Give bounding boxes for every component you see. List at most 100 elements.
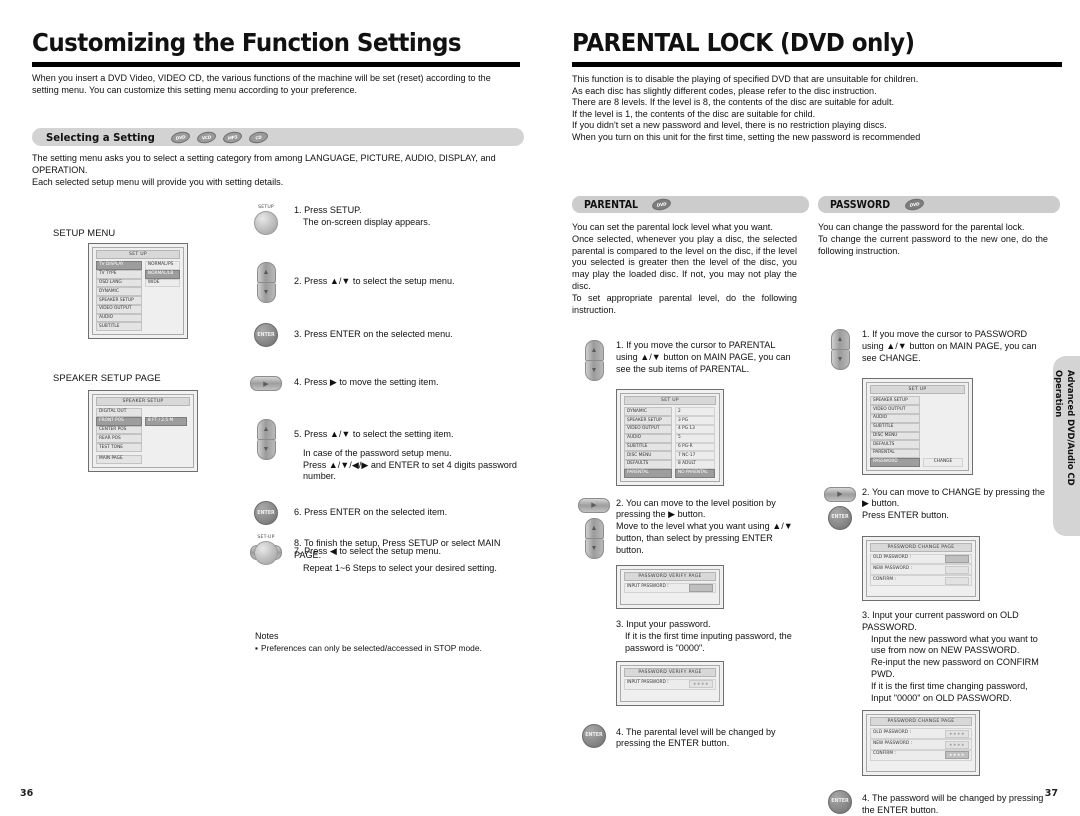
menu-item[interactable]: DIGITAL OUT <box>96 408 142 417</box>
verify-field-row[interactable]: INPUT PASSWORD : ∗∗∗∗ <box>624 678 716 690</box>
menu-item[interactable]: AUDIO <box>96 313 142 323</box>
right-button[interactable]: ▶ <box>824 486 856 502</box>
menu-item[interactable]: TV TYPE <box>96 269 142 279</box>
menu-item[interactable]: FRONT POS <box>96 416 142 426</box>
menu-item[interactable]: SUBTITLE <box>624 442 672 452</box>
verify-field-row[interactable]: INPUT PASSWORD : <box>624 582 716 594</box>
setup-menu-screen: SET UP TV DISPLAY TV TYPE OSD LANG DYNAM… <box>88 243 188 340</box>
right-page-header: PARENTAL LOCK (DVD only) <box>572 28 1062 67</box>
setup-menu-caption: SETUP MENU <box>53 227 116 238</box>
menu-item[interactable]: VIDEO OUTPUT <box>624 424 672 434</box>
menu-item[interactable]: OSD LANG <box>96 278 142 288</box>
menu-item[interactable]: SPEAKER SETUP <box>870 396 920 406</box>
arrow-down-icon[interactable]: ▼ <box>830 350 850 371</box>
menu-item[interactable]: CENTER POS <box>96 425 142 435</box>
menu-item[interactable]: DYNAMIC <box>624 407 672 417</box>
menu-item[interactable]: SUBTITLE <box>870 422 920 432</box>
menu-value[interactable]: 7 NC-17 <box>675 451 715 461</box>
menu-value[interactable]: 5 <box>675 433 715 443</box>
change-field-row[interactable]: OLD PASSWORD : ∗∗∗∗ <box>870 728 972 740</box>
body-line: You can change the password for the pare… <box>818 222 1025 232</box>
menu-item[interactable]: DEFAULTS <box>624 460 672 469</box>
change-field-value[interactable] <box>945 555 969 564</box>
menu-item[interactable]: VIDEO OUTPUT <box>96 304 142 314</box>
menu-value[interactable]: 4 PG 13 <box>675 424 715 434</box>
menu-item[interactable]: DEFAULTS <box>870 440 920 450</box>
menu-item[interactable]: PASSWORD <box>870 457 920 467</box>
arrow-up-icon[interactable]: ▲ <box>256 419 276 440</box>
menu-value-change[interactable]: CHANGE <box>923 457 963 467</box>
verify-field-value[interactable]: ∗∗∗∗ <box>689 680 713 689</box>
menu-value[interactable]: 2 <box>675 407 715 417</box>
enter-button[interactable]: ENTER <box>818 789 862 814</box>
menu-value[interactable]: NORMAL/PS <box>144 261 180 270</box>
menu-item[interactable]: AUDIO <box>870 413 920 423</box>
menu-item[interactable]: PARENTAL <box>624 468 672 478</box>
up-down-button[interactable]: ▲ ▼ <box>572 340 616 382</box>
menu-value[interactable]: 8 ADULT <box>675 460 715 469</box>
up-down-button[interactable]: ▲ ▼ <box>818 329 862 371</box>
menu-item[interactable]: SPEAKER SETUP <box>624 416 672 425</box>
menu-item[interactable]: TV DISPLAY <box>96 261 142 270</box>
menu-value[interactable]: 8 FT / 2.5 M <box>145 416 187 426</box>
change-field-row[interactable]: CONFIRM : <box>870 575 972 586</box>
menu-item[interactable]: TEST TONE <box>96 443 142 452</box>
up-down-button[interactable]: ▲ ▼ <box>238 262 294 303</box>
menu-value[interactable]: 6 PG-R <box>675 442 715 452</box>
menu-item[interactable]: AUDIO <box>624 433 672 443</box>
menu-item[interactable]: VIDEO OUTPUT <box>870 405 920 414</box>
enter-button[interactable]: ENTER <box>238 323 294 347</box>
change-field-value[interactable] <box>945 576 969 585</box>
menu-item[interactable]: REAR POS <box>96 434 142 444</box>
arrow-up-icon[interactable]: ▲ <box>584 517 604 539</box>
menu-item[interactable]: PARENTAL <box>870 449 920 458</box>
enter-button[interactable]: ENTER <box>572 723 616 748</box>
arrow-down-icon[interactable]: ▼ <box>584 361 604 382</box>
arrow-up-icon[interactable]: ▲ <box>584 340 604 362</box>
setup-button[interactable]: SETUP <box>238 205 294 235</box>
enter-button[interactable]: ENTER <box>238 501 294 526</box>
change-field-value[interactable]: ∗∗∗∗ <box>945 740 969 749</box>
setup-button-label: SET-UP <box>257 535 275 540</box>
arrow-down-icon[interactable]: ▼ <box>256 283 276 303</box>
change-field-row[interactable]: NEW PASSWORD : <box>870 564 972 576</box>
arrow-down-icon[interactable]: ▼ <box>256 440 276 460</box>
step-line: Input the new password what you want to … <box>871 633 1038 656</box>
up-down-button[interactable]: ▲ ▼ <box>584 517 604 559</box>
note-text: Preferences can only be selected/accesse… <box>260 643 482 653</box>
change-field-row[interactable]: NEW PASSWORD : ∗∗∗∗ <box>870 739 972 750</box>
menu-item[interactable]: SPEAKER SETUP <box>96 296 142 305</box>
up-down-button[interactable]: ▲ ▼ <box>238 419 294 460</box>
arrow-down-icon[interactable]: ▼ <box>584 538 604 559</box>
setup-button[interactable]: SET-UP <box>238 535 294 565</box>
menu-item[interactable]: DISC MENU <box>870 431 920 441</box>
change-field-value[interactable]: ∗∗∗∗ <box>945 729 969 738</box>
enter-button[interactable]: ENTER <box>828 505 852 530</box>
right-button[interactable]: ▶ <box>578 497 610 513</box>
menu-value[interactable]: NORMAL/LB <box>144 269 180 279</box>
arrow-up-icon[interactable]: ▲ <box>830 329 850 351</box>
menu-item[interactable]: SUBTITLE <box>96 322 142 332</box>
menu-value[interactable]: 3 PG <box>675 416 715 425</box>
parental-step-4-text: 4. The parental level will be changed by… <box>616 726 776 749</box>
change-field-row[interactable]: OLD PASSWORD : <box>870 553 972 565</box>
change-field-row[interactable]: CONFIRM : ∗∗∗∗ <box>870 749 972 761</box>
intro-line: This function is to disable the playing … <box>572 74 919 84</box>
menu-item[interactable]: DISC MENU <box>624 451 672 461</box>
password-step-2: ▶ ENTER 2. You can move to CHANGE by pre… <box>818 486 1048 530</box>
verify-field-value[interactable] <box>689 584 713 593</box>
step-1: SETUP 1. Press SETUP. The on-screen disp… <box>238 205 528 235</box>
right-button[interactable]: ▶ <box>238 376 294 391</box>
parental-step-1-text: 1. If you move the cursor to PARENTAL us… <box>616 340 791 374</box>
password-section-label: PASSWORD <box>830 198 891 211</box>
menu-value[interactable]: NO PARENTAL <box>675 468 715 478</box>
change-field-value[interactable] <box>945 565 969 574</box>
menu-item-main-page[interactable]: MAIN PAGE <box>96 454 142 464</box>
menu-value[interactable]: WIDE <box>144 278 180 288</box>
menu-item[interactable]: DYNAMIC <box>96 287 142 297</box>
step-6: ENTER 6. Press ENTER on the selected ite… <box>238 501 528 526</box>
password-step-2-text: 2. You can move to CHANGE by pressing th… <box>862 487 1048 522</box>
step-line: 3. Input your current password on OLD PA… <box>862 609 1019 632</box>
arrow-up-icon[interactable]: ▲ <box>256 262 276 283</box>
change-field-value[interactable]: ∗∗∗∗ <box>945 751 969 760</box>
